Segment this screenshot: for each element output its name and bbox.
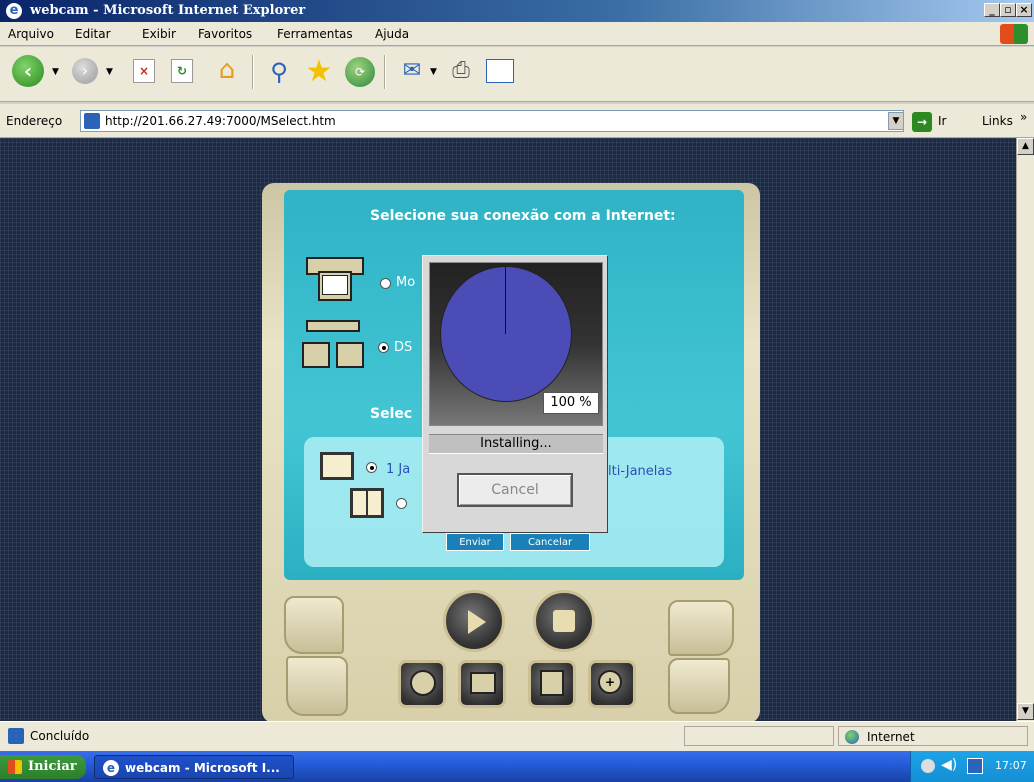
title-bar: e webcam - Microsoft Internet Explorer _… [0, 0, 1034, 22]
dsl-radio[interactable] [378, 342, 389, 353]
floppy-icon [540, 670, 564, 696]
dsl-icon [302, 320, 366, 374]
status-strip: Installing... [429, 434, 603, 454]
chevron-icon[interactable]: » [1020, 110, 1027, 124]
ie-task-icon: e [103, 760, 119, 776]
stop-square-icon [553, 610, 575, 632]
send-button[interactable]: Enviar [446, 533, 504, 551]
done-page-icon [8, 728, 24, 744]
separator [384, 55, 386, 89]
mail-dropdown-icon[interactable]: ▼ [430, 67, 437, 77]
tray-network-icon[interactable] [921, 759, 935, 773]
install-dialog: 100 % Installing... Cancel [422, 255, 608, 533]
home-icon[interactable]: ⌂ [212, 55, 242, 85]
refresh-icon[interactable]: ↻ [171, 59, 193, 83]
modem-label[interactable]: Mo [396, 275, 415, 290]
globe-icon [845, 730, 859, 744]
taskbar: Iniciar e webcam - Microsoft I... ◀) 17:… [0, 751, 1034, 782]
system-tray: ◀) 17:07 [910, 751, 1034, 782]
magnifier-icon: + [598, 670, 622, 694]
single-window-icon [320, 452, 354, 480]
go-button[interactable]: Ir [938, 114, 946, 128]
pie-start-line [505, 266, 506, 334]
multi-window-icon [350, 488, 384, 518]
single-window-label[interactable]: 1 Ja [386, 462, 410, 477]
menu-favoritos[interactable]: Favoritos [198, 27, 252, 41]
edit-icon[interactable] [486, 59, 514, 83]
snapshot-icon [470, 672, 496, 694]
restore-button[interactable]: ▫ [1000, 3, 1016, 17]
window-title: webcam - Microsoft Internet Explorer [30, 3, 306, 18]
status-bar: Concluído Internet [0, 721, 1034, 751]
page-icon [84, 113, 100, 129]
search-icon[interactable]: ⚲ [264, 57, 294, 87]
status-cell [684, 726, 834, 746]
back-dropdown-icon[interactable]: ▼ [52, 67, 59, 77]
zone-label: Internet [867, 730, 915, 744]
multi-window-radio[interactable] [396, 498, 407, 509]
ie-logo-icon: e [6, 3, 22, 19]
address-bar: Endereço http://201.66.27.49:7000/MSelec… [0, 104, 1034, 138]
status-text: Concluído [30, 729, 90, 743]
mail-icon[interactable]: ✉ [398, 59, 426, 83]
scroll-up-arrow-icon[interactable]: ▲ [1017, 138, 1034, 155]
clock: 17:07 [995, 759, 1027, 772]
task-webcam[interactable]: e webcam - Microsoft I... [94, 755, 294, 779]
back-icon[interactable]: ‹ [12, 55, 44, 87]
cancel-page-button[interactable]: Cancelar [510, 533, 590, 551]
history-icon[interactable]: ⟳ [345, 57, 375, 87]
menu-ajuda[interactable]: Ajuda [375, 27, 409, 41]
camera-settings-icon[interactable] [668, 600, 734, 656]
task-label: webcam - Microsoft I... [125, 761, 280, 775]
menu-arquivo[interactable]: Arquivo [8, 27, 54, 41]
dsl-label[interactable]: DS [394, 340, 412, 355]
toolbar: ‹ ▼ › ▼ × ↻ ⌂ ⚲ ★ ⟳ ✉ ▼ ⎙ [0, 47, 1034, 102]
menu-bar: Arquivo Editar Exibir Favoritos Ferramen… [0, 22, 1034, 46]
forward-dropdown-icon[interactable]: ▼ [106, 67, 113, 77]
menu-ferramentas[interactable]: Ferramentas [277, 27, 353, 41]
install-cancel-label: Cancel [491, 482, 539, 498]
volume-icon[interactable]: ◀) [941, 757, 957, 773]
windows-flag-icon [8, 760, 22, 774]
single-window-radio[interactable] [366, 462, 377, 473]
install-cancel-button[interactable]: Cancel [457, 473, 573, 507]
progress-pie [440, 266, 572, 402]
zone-cell: Internet [838, 726, 1028, 746]
go-arrow-icon[interactable]: → [912, 112, 932, 132]
swap-icon[interactable] [286, 656, 348, 716]
modem-radio[interactable] [380, 278, 391, 289]
start-label: Iniciar [28, 759, 77, 774]
address-dropdown-icon[interactable]: ▼ [888, 112, 904, 130]
progress-label-box: 100 % [543, 392, 599, 414]
close-button[interactable]: × [1016, 3, 1032, 17]
video-io-icon[interactable] [668, 658, 730, 714]
print-icon[interactable]: ⎙ [446, 57, 476, 85]
select-heading: Selec [370, 406, 413, 422]
menu-editar[interactable]: Editar [75, 27, 111, 41]
minimize-button[interactable]: _ [984, 3, 1000, 17]
address-url: http://201.66.27.49:7000/MSelect.htm [105, 114, 336, 128]
tray-app-icon[interactable] [967, 758, 983, 774]
address-label: Endereço [6, 114, 63, 128]
play-icon [468, 610, 486, 634]
connection-heading: Selecione sua conexão com a Internet: [370, 208, 676, 224]
menu-exibir[interactable]: Exibir [142, 27, 176, 41]
stop-icon[interactable]: × [133, 59, 155, 83]
separator [252, 55, 254, 89]
multi-window-label[interactable]: lti-Janelas [608, 464, 672, 479]
progress-label: 100 % [550, 395, 592, 410]
scroll-down-arrow-icon[interactable]: ▼ [1017, 703, 1034, 720]
aperture-icon [410, 670, 436, 696]
start-button[interactable]: Iniciar [0, 755, 86, 779]
forward-icon[interactable]: › [72, 58, 98, 84]
vertical-scrollbar[interactable]: ▲ ▼ [1016, 138, 1034, 721]
layout-switch-icon[interactable] [284, 596, 344, 654]
address-input[interactable]: http://201.66.27.49:7000/MSelect.htm [80, 110, 904, 132]
modem-icon [306, 255, 366, 309]
favorites-icon[interactable]: ★ [302, 55, 336, 89]
windows-logo-icon [1000, 24, 1028, 44]
links-label[interactable]: Links [982, 114, 1013, 128]
install-status: Installing... [480, 436, 552, 451]
